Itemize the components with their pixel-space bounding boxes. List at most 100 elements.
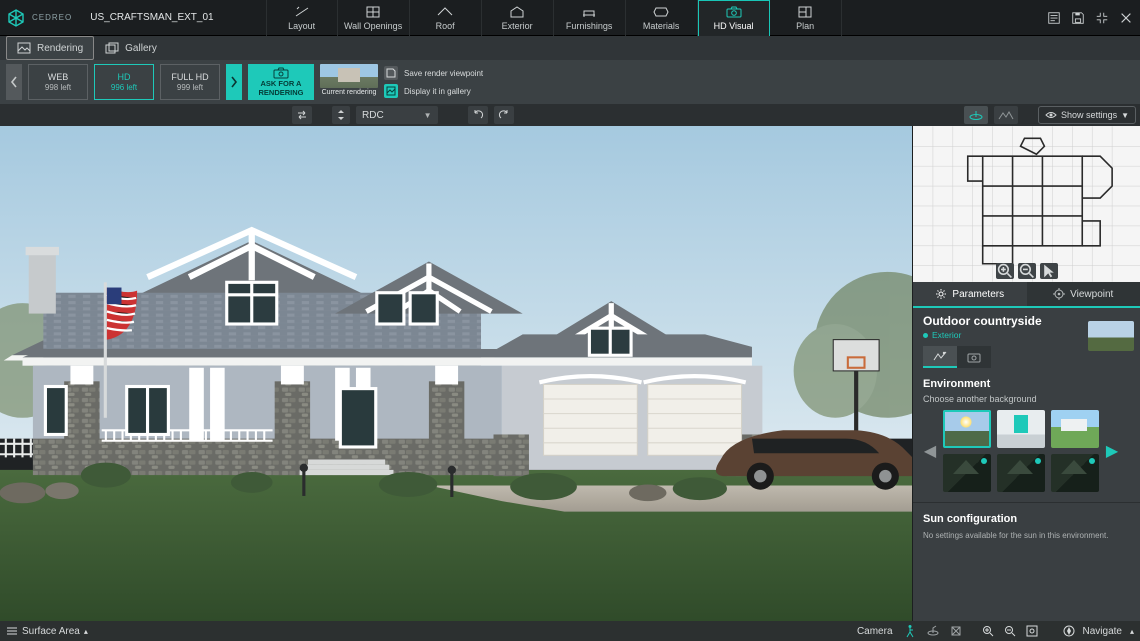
chevron-up-icon: ▴	[84, 627, 88, 636]
environment-section-title: Environment	[913, 370, 1140, 394]
sidepanel-tab-viewpoint-label: Viewpoint	[1070, 289, 1113, 300]
sidepanel-tab-parameters[interactable]: Parameters	[913, 282, 1027, 306]
view-3d-button[interactable]	[964, 106, 988, 124]
exterior-icon	[508, 5, 526, 19]
project-name: US_CRAFTSMAN_EXT_01	[90, 12, 213, 23]
floor-select[interactable]: RDC▼	[356, 106, 438, 124]
env-tab-scene[interactable]	[923, 346, 957, 368]
ask-for-rendering-button[interactable]: ASK FOR A RENDERING	[248, 64, 314, 100]
subtab-gallery[interactable]: Gallery	[94, 36, 168, 60]
tab-layout[interactable]: Layout	[266, 0, 338, 36]
display-gallery-icon	[384, 84, 398, 98]
tab-exterior-label: Exterior	[502, 21, 533, 31]
compass-icon	[1063, 625, 1075, 637]
floor-plan-controls	[996, 263, 1058, 279]
sidepanel-tabs: Parameters Viewpoint	[913, 282, 1140, 308]
collapse-icon[interactable]	[1094, 10, 1110, 26]
viewport-3d[interactable]	[0, 126, 912, 621]
close-icon[interactable]	[1118, 10, 1134, 26]
topbar-right-actions	[1046, 10, 1134, 26]
plan-zoom-out-button[interactable]	[1018, 263, 1036, 279]
navigate-label: Navigate	[1079, 626, 1126, 637]
tab-plan[interactable]: Plan	[770, 0, 842, 36]
bg-thumb-4[interactable]	[943, 454, 991, 492]
tab-roof[interactable]: Roof	[410, 0, 482, 36]
bg-next-button[interactable]: ▶	[1105, 411, 1119, 491]
terrain-button[interactable]	[994, 106, 1018, 124]
bg-thumb-3[interactable]	[1051, 410, 1099, 448]
render-quality-hd[interactable]: HD996 left	[94, 64, 154, 100]
tab-hd-visual[interactable]: HD Visual	[698, 0, 770, 36]
render-prev-button[interactable]	[6, 64, 22, 100]
ask-line2: RENDERING	[258, 89, 303, 97]
tab-wall-openings[interactable]: Wall Openings	[338, 0, 410, 36]
floor-plan-mini[interactable]	[913, 126, 1140, 282]
sun-section-message: No settings available for the sun in thi…	[913, 529, 1140, 551]
undo-button[interactable]	[468, 106, 488, 124]
render-strip: WEB998 left HD996 left FULL HD999 left A…	[0, 60, 1140, 104]
gear-icon	[935, 288, 947, 300]
subtab-rendering[interactable]: Rendering	[6, 36, 94, 60]
current-rendering-thumb	[320, 64, 378, 88]
swap-view-button[interactable]	[292, 106, 312, 124]
env-tab-photo[interactable]	[957, 346, 991, 368]
render-quality-fullhd[interactable]: FULL HD999 left	[160, 64, 220, 100]
camera-top-button[interactable]	[947, 623, 965, 639]
main-area: Parameters Viewpoint Outdoor countryside…	[0, 126, 1140, 621]
redo-button[interactable]	[494, 106, 514, 124]
current-rendering[interactable]: Current rendering	[320, 64, 378, 100]
plan-cursor-button[interactable]	[1040, 263, 1058, 279]
background-thumbs: ◀ ▶	[913, 410, 1140, 492]
top-bar: CEDREO US_CRAFTSMAN_EXT_01 Layout Wall O…	[0, 0, 1140, 36]
layout-icon	[293, 5, 311, 19]
bg-thumb-6[interactable]	[1051, 454, 1099, 492]
sidepanel-tab-viewpoint[interactable]: Viewpoint	[1027, 282, 1140, 306]
render-quality-web[interactable]: WEB998 left	[28, 64, 88, 100]
ask-line1: ASK FOR A	[261, 80, 302, 88]
rendering-icon	[17, 42, 31, 54]
save-icon[interactable]	[1070, 10, 1086, 26]
tab-exterior[interactable]: Exterior	[482, 0, 554, 36]
bg-thumb-1[interactable]	[943, 410, 991, 448]
surface-area-toggle[interactable]: Surface Area ▴	[6, 626, 88, 637]
render-quality-web-label: WEB	[48, 72, 69, 82]
tab-hd-visual-label: HD Visual	[714, 21, 754, 31]
choose-background-caption: Choose another background	[913, 394, 1140, 410]
zoom-fit-button[interactable]	[1023, 623, 1041, 639]
display-gallery-button[interactable]: Display it in gallery	[384, 84, 483, 98]
render-next-button[interactable]	[226, 64, 242, 100]
eye-icon	[1045, 110, 1057, 120]
plan-zoom-in-button[interactable]	[996, 263, 1014, 279]
zoom-out-button[interactable]	[1001, 623, 1019, 639]
bg-prev-button[interactable]: ◀	[923, 411, 937, 491]
zoom-in-button[interactable]	[979, 623, 997, 639]
display-gallery-label: Display it in gallery	[404, 87, 471, 96]
house-scene-illustration	[0, 126, 912, 621]
tab-furnishings-label: Furnishings	[566, 21, 613, 31]
tab-furnishings[interactable]: Furnishings	[554, 0, 626, 36]
camera-small-icon	[273, 67, 289, 79]
camera-orbit-button[interactable]	[923, 623, 943, 639]
show-settings-button[interactable]: Show settings ▼	[1038, 106, 1136, 124]
chevron-down-icon: ▼	[424, 111, 432, 120]
floor-plan-illustration	[913, 126, 1140, 282]
current-rendering-caption: Current rendering	[322, 89, 377, 96]
subtab-gallery-label: Gallery	[125, 43, 157, 54]
camera-mini-icon	[967, 351, 981, 363]
camera-label: Camera	[853, 626, 897, 637]
notes-icon[interactable]	[1046, 10, 1062, 26]
save-viewpoint-button[interactable]: Save render viewpoint	[384, 66, 483, 80]
render-quality-fullhd-label: FULL HD	[171, 72, 208, 82]
bg-thumb-2[interactable]	[997, 410, 1045, 448]
list-icon	[6, 626, 18, 636]
render-strip-options: Save render viewpoint Display it in gall…	[384, 66, 483, 98]
floor-up-down-button[interactable]	[332, 106, 350, 124]
viewport-toolbar: RDC▼ Show settings ▼	[0, 104, 1140, 126]
show-settings-label: Show settings	[1061, 110, 1117, 120]
camera-walk-button[interactable]	[901, 623, 919, 639]
save-viewpoint-icon	[384, 66, 398, 80]
bg-thumb-5[interactable]	[997, 454, 1045, 492]
tab-materials[interactable]: Materials	[626, 0, 698, 36]
app-logo-icon	[6, 8, 26, 28]
materials-icon	[652, 5, 670, 19]
